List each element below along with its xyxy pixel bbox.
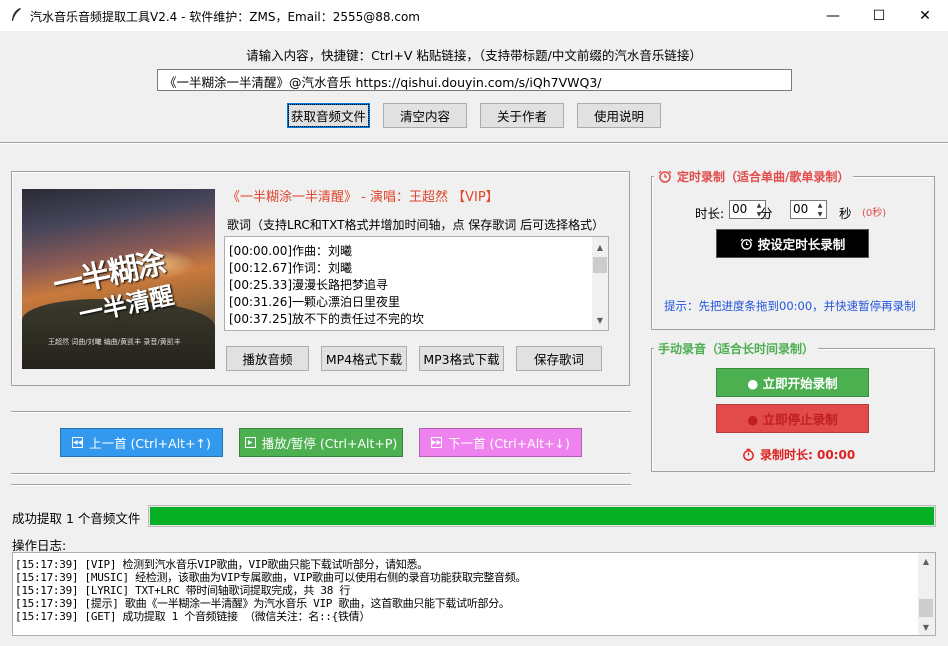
scroll-down-icon[interactable]: ▼ (592, 312, 608, 328)
alarm-clock-icon (658, 170, 672, 183)
lyrics-textbox[interactable]: [00:00.00]作曲：刘曦 [00:12.67]作词：刘曦 [00:25.3… (224, 236, 609, 331)
divider (11, 473, 631, 475)
lyrics-scrollbar[interactable]: ▲ ▼ (592, 237, 608, 330)
input-hint: 请输入内容，快捷键：Ctrl+V 粘贴链接，（支持带标题/中文前缀的汽水音乐链接… (246, 48, 702, 63)
log-textbox[interactable]: [15:17:39] [VIP] 检测到汽水音乐VIP歌曲，VIP歌曲只能下载试… (12, 552, 936, 636)
seconds-unit: 秒 (839, 206, 852, 221)
alarm-clock-icon (740, 237, 753, 250)
scroll-down-icon[interactable]: ▼ (918, 619, 934, 635)
scroll-up-icon[interactable]: ▲ (592, 239, 608, 255)
feather-icon (12, 8, 21, 21)
spin-down-icon[interactable]: ▼ (814, 210, 826, 218)
manual-record-title: 手动录音（适合长时间录制） (654, 340, 819, 357)
minimize-button[interactable]: — (810, 0, 856, 31)
next-track-label: 下一首 (Ctrl+Alt+↓) (448, 436, 570, 451)
seconds-total: (0秒) (862, 208, 887, 219)
lyric-line: [00:12.67]作词：刘曦 (229, 261, 353, 275)
divider (11, 411, 631, 413)
song-title: 《一半糊涂一半清醒》 - 演唱：王超然 【VIP】 (227, 190, 499, 205)
timer-record-title: 定时录制（适合单曲/歌单录制） (654, 168, 854, 185)
lyric-line: [00:00.00]作曲：刘曦 (229, 244, 353, 258)
scroll-up-icon[interactable]: ▲ (918, 553, 934, 569)
about-button[interactable]: 关于作者 (480, 103, 564, 128)
play-icon: ▶ (244, 437, 256, 448)
prev-track-button[interactable]: ◀◀ 上一首 (Ctrl+Alt+↑) (60, 428, 223, 457)
cover-credit: 王超然 词曲/刘曦 编曲/黄凯丰 录音/黄凯丰 (48, 338, 181, 346)
lyric-line: [00:25.33]漫漫长路把梦追寻 (229, 278, 389, 292)
album-cover: 一半糊涂 一半清醒 王超然 词曲/刘曦 编曲/黄凯丰 录音/黄凯丰 (22, 189, 215, 369)
log-line: [15:17:39] [GET] 成功提取 1 个音频链接 （微信关注：名::{… (15, 610, 371, 623)
maximize-button[interactable]: ☐ (856, 0, 902, 31)
timer-tip: 提示：先把进度条拖到00:00，并快速暂停再录制 (664, 299, 916, 313)
divider (0, 142, 948, 144)
title-bar: 汽水音乐音频提取工具V2.4 - 软件维护：ZMS，Email：2555@88.… (0, 0, 948, 31)
minutes-value: 00 (732, 202, 748, 216)
stop-record-button[interactable]: ● 立即停止录制 (716, 404, 869, 433)
lyrics-label: 歌词（支持LRC和TXT格式并增加时间轴，点 保存歌词 后可选择格式） (227, 218, 605, 232)
prev-track-label: 上一首 (Ctrl+Alt+↑) (89, 436, 211, 451)
mp4-download-button[interactable]: MP4格式下载 (321, 346, 407, 371)
prev-icon: ◀◀ (72, 437, 84, 448)
link-input[interactable]: 《一半糊涂一半清醒》@汽水音乐 https://qishui.douyin.co… (157, 69, 792, 91)
scroll-thumb[interactable] (593, 257, 607, 273)
scroll-thumb[interactable] (919, 599, 933, 617)
log-scrollbar[interactable]: ▲ ▼ (918, 553, 935, 635)
lyric-line: [00:31.26]一颗心漂泊日里夜里 (229, 295, 401, 309)
record-duration: 录制时长: 00:00 (742, 446, 855, 463)
timed-record-label: 按设定时长录制 (757, 237, 846, 252)
help-button[interactable]: 使用说明 (577, 103, 661, 128)
clear-button[interactable]: 清空内容 (383, 103, 467, 128)
progress-bar (148, 505, 936, 527)
fetch-audio-label: 获取音频文件 (287, 104, 370, 127)
progress-fill (150, 507, 934, 525)
timed-record-button[interactable]: 按设定时长录制 (716, 229, 869, 258)
close-button[interactable]: ✕ (902, 0, 948, 31)
stopwatch-icon (743, 448, 754, 461)
seconds-value: 00 (793, 202, 809, 216)
play-audio-button[interactable]: 播放音频 (226, 346, 309, 371)
save-lyrics-button[interactable]: 保存歌词 (516, 346, 602, 371)
divider (11, 484, 631, 486)
seconds-spinbox[interactable]: 00 ▲ ▼ (790, 200, 827, 219)
play-pause-button[interactable]: ▶ 播放/暂停 (Ctrl+Alt+P) (239, 428, 403, 457)
timer-record-title-text: 定时录制（适合单曲/歌单录制） (677, 170, 850, 184)
fetch-audio-button[interactable]: 获取音频文件 (287, 103, 370, 128)
play-pause-label: 播放/暂停 (Ctrl+Alt+P) (261, 436, 398, 451)
window-title: 汽水音乐音频提取工具V2.4 - 软件维护：ZMS，Email：2555@88.… (30, 10, 420, 24)
status-text: 成功提取 1 个音频文件 (12, 511, 141, 526)
record-duration-text: 录制时长: 00:00 (760, 448, 856, 462)
minutes-unit: 分 (760, 206, 773, 221)
lyric-line: [00:37.25]放不下的责任过不完的坎 (229, 312, 425, 326)
start-record-button[interactable]: ● 立即开始录制 (716, 368, 869, 397)
duration-label: 时长: (695, 206, 725, 221)
next-track-button[interactable]: ▶▶ 下一首 (Ctrl+Alt+↓) (419, 428, 582, 457)
mp3-download-button[interactable]: MP3格式下载 (419, 346, 504, 371)
next-icon: ▶▶ (431, 437, 443, 448)
